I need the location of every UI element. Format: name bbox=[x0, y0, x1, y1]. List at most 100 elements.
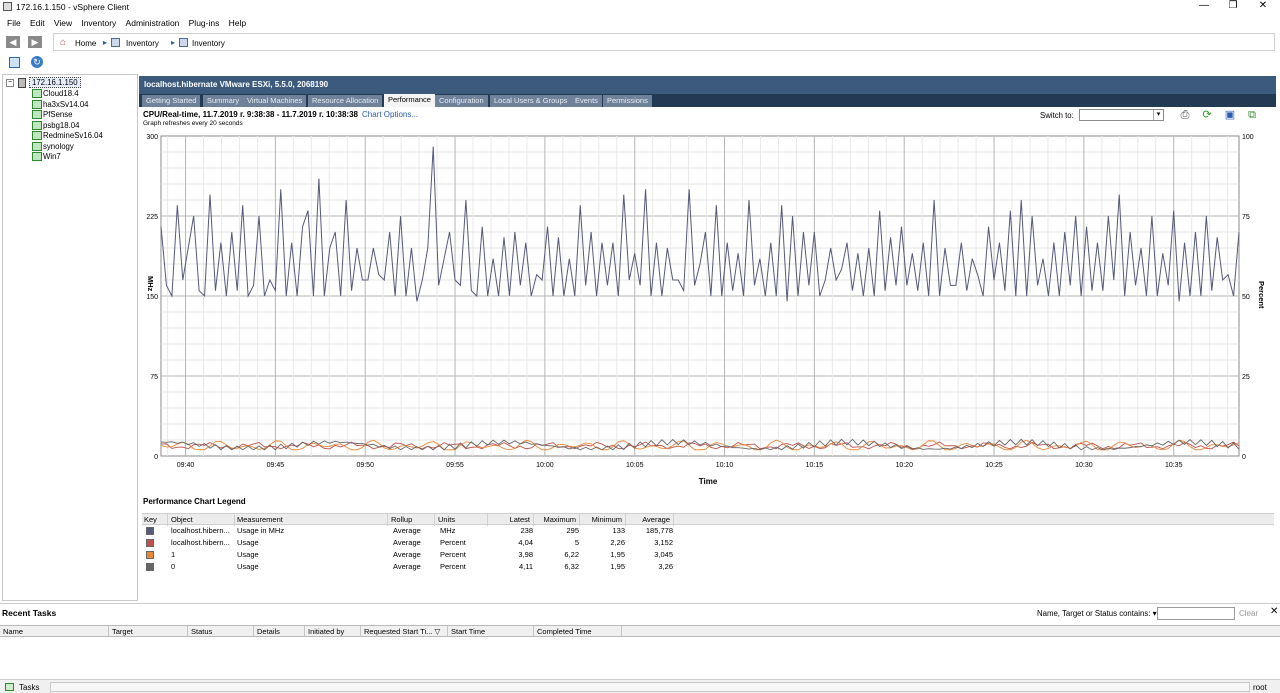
filter-input[interactable] bbox=[1157, 607, 1235, 620]
navigation-bar: ◀ ▶ ⌂ Home ▸ Inventory ▸ Inventory bbox=[0, 33, 1280, 52]
menu-file[interactable]: File bbox=[7, 16, 21, 30]
home-icon[interactable]: ⌂ bbox=[60, 37, 66, 48]
legend-row[interactable]: 1 Usage Average Percent 3,98 6,22 1,95 3,045 bbox=[142, 549, 1274, 561]
x-tick-label: 10:25 bbox=[985, 462, 1003, 469]
legend-title: Performance Chart Legend bbox=[143, 497, 246, 506]
tree-item-vm[interactable]: Cloud18.4 bbox=[43, 89, 79, 98]
tree-item-vm[interactable]: RedmineSv16.04 bbox=[43, 131, 103, 140]
filter-label[interactable]: Name, Target or Status contains: ▾ bbox=[1037, 609, 1156, 618]
tab-virtual-machines[interactable]: Virtual Machines bbox=[243, 95, 308, 107]
refresh-chart-icon[interactable]: ⟳ bbox=[1201, 109, 1213, 121]
col-start-time[interactable]: Start Time bbox=[448, 626, 534, 637]
y-tick-label-right: 0 bbox=[1242, 454, 1246, 461]
close-window-button[interactable]: ✕ bbox=[1248, 0, 1278, 14]
legend-cell-average: 3,152 bbox=[654, 538, 673, 547]
legend-color-swatch bbox=[146, 527, 154, 535]
x-tick-label: 10:30 bbox=[1075, 462, 1093, 469]
save-icon[interactable]: ▣ bbox=[1224, 109, 1236, 121]
tab-events[interactable]: Events bbox=[571, 95, 603, 107]
x-axis-label: Time bbox=[699, 477, 718, 486]
add-host-icon[interactable] bbox=[9, 57, 20, 68]
print-icon[interactable]: ⎙ bbox=[1179, 109, 1191, 121]
legend-cell-average: 3,045 bbox=[654, 550, 673, 559]
chart-options-link[interactable]: Chart Options... bbox=[362, 110, 418, 119]
y-tick-label-left: 300 bbox=[146, 134, 158, 141]
tree-item-vm[interactable]: ha3xSv14.04 bbox=[43, 100, 89, 109]
clear-button[interactable]: Clear bbox=[1239, 609, 1258, 618]
x-tick-label: 10:35 bbox=[1165, 462, 1183, 469]
switch-to-select[interactable]: ▾ bbox=[1079, 109, 1164, 121]
collapse-icon[interactable]: − bbox=[6, 79, 14, 87]
tab-resource-allocation[interactable]: Resource Allocation bbox=[308, 95, 384, 107]
tree-item-vm[interactable]: psbg18.04 bbox=[43, 121, 79, 130]
tab-summary[interactable]: Summary bbox=[203, 95, 245, 107]
toolbar: ↻ bbox=[0, 54, 1280, 72]
legend-row[interactable]: localhost.hibern... Usage Average Percent 4,… bbox=[142, 537, 1274, 549]
x-tick-label: 09:45 bbox=[267, 462, 285, 469]
back-icon[interactable]: ◀ bbox=[6, 36, 20, 48]
tab-getting-started[interactable]: Getting Started bbox=[142, 95, 202, 107]
legend-cell-maximum: 6,32 bbox=[564, 562, 579, 571]
menu-edit[interactable]: Edit bbox=[30, 16, 45, 30]
legend-row[interactable]: localhost.hibern... Usage in MHz Average MH… bbox=[142, 525, 1274, 537]
col-details[interactable]: Details bbox=[254, 626, 305, 637]
menu-view[interactable]: View bbox=[54, 16, 72, 30]
col-requested-start[interactable]: Requested Start Ti... ▽ bbox=[361, 626, 448, 637]
hosts-icon bbox=[179, 38, 188, 47]
menu-inventory[interactable]: Inventory bbox=[81, 16, 116, 30]
inventory-icon bbox=[111, 38, 120, 47]
tab-configuration[interactable]: Configuration bbox=[435, 95, 489, 107]
menu-help[interactable]: Help bbox=[229, 16, 246, 30]
legend-cell-average: 185,778 bbox=[645, 526, 673, 535]
vm-icon bbox=[32, 142, 42, 151]
x-tick-label: 10:05 bbox=[626, 462, 644, 469]
x-tick-label: 10:10 bbox=[716, 462, 734, 469]
col-initiated-by[interactable]: Initiated by bbox=[305, 626, 361, 637]
status-bar: Tasks root bbox=[0, 679, 1280, 693]
legend-cell-minimum: 1,95 bbox=[610, 562, 625, 571]
tab-performance[interactable]: Performance bbox=[384, 94, 436, 107]
minimize-button[interactable]: — bbox=[1189, 0, 1219, 14]
forward-icon[interactable]: ▶ bbox=[28, 36, 42, 48]
y-tick-label-right: 75 bbox=[1242, 214, 1250, 221]
legend-cell-object: localhost.hibern... bbox=[171, 538, 230, 547]
y-tick-label-right: 100 bbox=[1242, 134, 1254, 141]
col-name[interactable]: Name bbox=[0, 626, 109, 637]
tasks-button[interactable]: Tasks bbox=[19, 683, 39, 692]
tree-item-vm[interactable]: PfSense bbox=[43, 110, 72, 119]
y-tick-label-left: 150 bbox=[146, 294, 158, 301]
tree-root-host[interactable]: 172.16.1.150 bbox=[29, 77, 81, 88]
legend-cell-rollup: Average bbox=[393, 562, 421, 571]
col-target[interactable]: Target bbox=[109, 626, 188, 637]
x-tick-label: 09:40 bbox=[177, 462, 195, 469]
tree-item-vm[interactable]: synology bbox=[43, 142, 74, 151]
legend-cell-latest: 238 bbox=[520, 526, 533, 535]
vm-icon bbox=[32, 131, 42, 140]
tab-permissions[interactable]: Permissions bbox=[603, 95, 653, 107]
breadcrumb-home[interactable]: Home bbox=[75, 39, 96, 48]
breadcrumb-inventory[interactable]: Inventory bbox=[126, 39, 159, 48]
legend-cell-maximum: 5 bbox=[574, 538, 579, 547]
legend-cell-rollup: Average bbox=[393, 538, 421, 547]
close-tasks-icon[interactable]: ✕ bbox=[1270, 606, 1278, 617]
tab-local-users-groups[interactable]: Local Users & Groups bbox=[490, 95, 573, 107]
breadcrumb-hosts-clusters[interactable]: Inventory bbox=[192, 39, 225, 48]
legend-row[interactable]: 0 Usage Average Percent 4,11 6,32 1,95 3,26 bbox=[142, 561, 1274, 573]
legend-cell-minimum: 1,95 bbox=[610, 550, 625, 559]
refresh-icon[interactable]: ↻ bbox=[31, 56, 43, 68]
vm-icon bbox=[32, 121, 42, 130]
col-completed-time[interactable]: Completed Time bbox=[534, 626, 622, 637]
menu-plugins[interactable]: Plug-ins bbox=[189, 16, 220, 30]
menu-administration[interactable]: Administration bbox=[126, 16, 180, 30]
col-status[interactable]: Status bbox=[188, 626, 254, 637]
x-tick-label: 10:15 bbox=[806, 462, 824, 469]
performance-header: CPU/Real-time, 11.7.2019 г. 9:38:38 - 11… bbox=[143, 110, 418, 127]
vm-icon bbox=[32, 89, 42, 98]
legend-cell-measurement: Usage bbox=[237, 550, 259, 559]
legend-cell-object: 0 bbox=[171, 562, 176, 571]
tree-item-vm[interactable]: Win7 bbox=[43, 152, 61, 161]
maximize-button[interactable]: ❐ bbox=[1218, 0, 1248, 14]
popout-icon[interactable]: ⧉ bbox=[1246, 109, 1258, 121]
legend-cell-latest: 4,04 bbox=[518, 538, 533, 547]
y-tick-label-right: 50 bbox=[1242, 294, 1250, 301]
